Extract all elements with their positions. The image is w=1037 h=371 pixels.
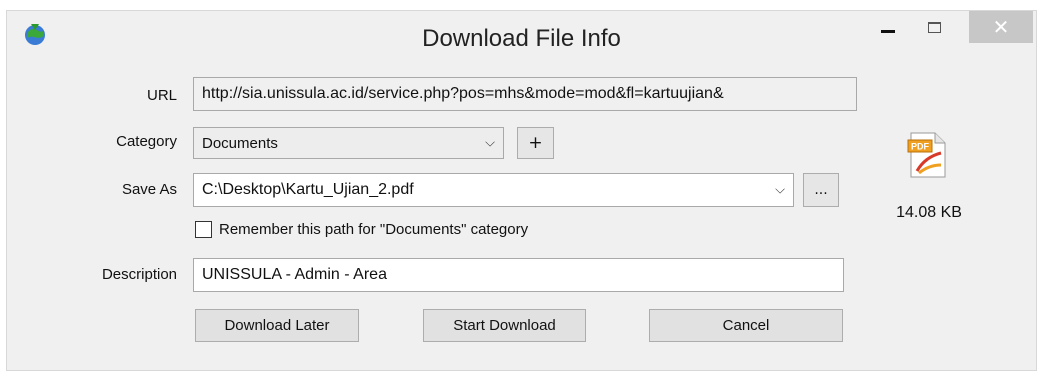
download-later-button[interactable]: Download Later <box>195 309 359 342</box>
url-label: URL <box>146 87 177 104</box>
category-value: Documents <box>202 134 278 152</box>
save-as-label: Save As <box>121 181 177 198</box>
close-button[interactable]: ✕ <box>969 11 1033 43</box>
description-label: Description <box>101 266 177 283</box>
url-field[interactable]: http://sia.unissula.ac.id/service.php?po… <box>193 77 857 111</box>
remember-path-checkbox[interactable] <box>195 221 212 238</box>
category-select[interactable]: Documents ⌵ <box>193 127 504 159</box>
maximize-icon <box>927 21 941 33</box>
minimize-button[interactable] <box>871 11 905 43</box>
description-field[interactable]: UNISSULA - Admin - Area <box>193 258 844 292</box>
close-icon: ✕ <box>992 15 1010 39</box>
save-as-combo[interactable]: C:\Desktop\Kartu_Ujian_2.pdf ⌵ <box>193 173 794 207</box>
browse-button[interactable]: ... <box>803 173 839 207</box>
chevron-down-icon: ⌵ <box>775 182 785 198</box>
download-file-info-dialog: Download File Info ✕ URL http://sia.unis… <box>6 10 1037 371</box>
title-bar[interactable]: Download File Info ✕ <box>7 11 1036 69</box>
remember-path-label[interactable]: Remember this path for "Documents" categ… <box>219 221 528 238</box>
maximize-button[interactable] <box>917 11 951 43</box>
minimize-icon <box>881 29 895 33</box>
file-size: 14.08 KB <box>896 204 962 221</box>
start-download-button[interactable]: Start Download <box>423 309 586 342</box>
category-label: Category <box>116 133 177 150</box>
cancel-button[interactable]: Cancel <box>649 309 843 342</box>
pdf-file-icon: PDF <box>907 132 946 178</box>
svg-text:PDF: PDF <box>911 142 930 152</box>
save-as-path: C:\Desktop\Kartu_Ujian_2.pdf <box>202 181 414 198</box>
chevron-down-icon: ⌵ <box>485 135 495 151</box>
add-category-button[interactable]: + <box>517 127 554 159</box>
